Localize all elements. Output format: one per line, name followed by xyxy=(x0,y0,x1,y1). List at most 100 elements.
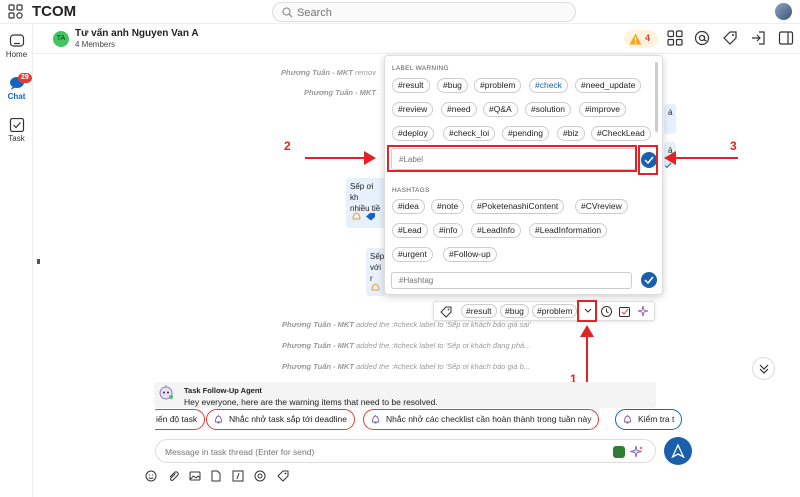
label-chip[interactable]: #solution xyxy=(525,102,572,117)
bot-icon[interactable] xyxy=(613,446,625,458)
scroll-to-bottom-button[interactable] xyxy=(752,357,775,380)
apps-grid-icon[interactable] xyxy=(667,30,683,46)
quick-chip[interactable]: Nhắc nhở các checklist cần hoàn thành tr… xyxy=(363,409,600,430)
clock-icon[interactable] xyxy=(600,305,613,318)
message-input[interactable] xyxy=(165,445,605,458)
annotation-box-label-input xyxy=(387,145,637,172)
toolbar-chip[interactable]: #bug xyxy=(500,304,529,318)
hashtag-chip[interactable]: #LeadInfo xyxy=(471,223,521,238)
annotation-box-confirm xyxy=(638,145,658,175)
message-bubble-right[interactable]: á xyxy=(664,104,676,134)
hashtag-input[interactable] xyxy=(391,272,632,289)
rail-item-task[interactable]: Task xyxy=(0,118,33,143)
annotation-box-dropdown xyxy=(577,300,597,322)
sidebar-panel-icon[interactable] xyxy=(778,30,794,46)
bubble-line: Sếp xyxy=(370,252,385,261)
label-chip[interactable]: #review xyxy=(392,102,434,117)
hashtag-confirm-button[interactable] xyxy=(641,272,657,288)
file-icon[interactable] xyxy=(210,470,222,482)
rail-item-home[interactable]: Home xyxy=(0,34,33,59)
hashtag-chip[interactable]: #info xyxy=(433,223,464,238)
arrow-head-left-icon xyxy=(664,151,676,165)
tag-add-icon[interactable] xyxy=(440,306,452,318)
toolbar-chip[interactable]: #problem xyxy=(532,304,578,318)
rail-task-label: Task xyxy=(8,134,25,143)
tag-reaction-icon[interactable] xyxy=(365,212,376,221)
text-format-icon[interactable] xyxy=(232,470,244,482)
annotation-arrow-3 xyxy=(675,157,738,159)
label-popup: LABEL WARNING #result #bug #problem #che… xyxy=(384,55,663,295)
label-chip[interactable]: #improve xyxy=(579,102,626,117)
label-chip[interactable]: #Q&A xyxy=(483,102,518,117)
system-message: Phương Tuấn - MKT xyxy=(304,88,376,97)
label-tag-icon[interactable] xyxy=(277,470,289,482)
chat-header: TA Tư vấn anh Nguyen Van A 4 Members 4 xyxy=(34,24,800,54)
label-chip[interactable]: #need xyxy=(441,102,477,117)
quick-chip[interactable]: iến độ task xyxy=(155,409,206,430)
hashtag-chip[interactable]: #Follow-up xyxy=(443,247,497,262)
tag-icon[interactable] xyxy=(722,30,738,46)
bell-reaction-icon[interactable] xyxy=(370,283,381,292)
rail-item-chat[interactable]: 29 Chat xyxy=(0,73,33,101)
search-input[interactable] xyxy=(297,5,557,20)
message-tag-toolbar: #result #bug #problem xyxy=(433,301,655,321)
label-chip[interactable]: #check xyxy=(529,78,568,93)
system-message: Phương Tuấn - MKT added the :#check labe… xyxy=(282,320,531,329)
quick-chip-label: Kiểm tra t xyxy=(638,414,675,424)
label-chip[interactable]: #deploy xyxy=(392,126,434,141)
label-chip[interactable]: #pending xyxy=(502,126,549,141)
calendar-check-icon[interactable] xyxy=(618,305,631,318)
bubble-fragment: á xyxy=(668,108,673,117)
label-chip[interactable]: #CheckLead xyxy=(591,126,651,141)
system-message: Phương Tuấn - MKT remov xyxy=(281,68,376,77)
mention-icon[interactable] xyxy=(694,30,710,46)
hashtag-chip[interactable]: #Lead xyxy=(392,223,428,238)
login-icon[interactable] xyxy=(750,30,766,46)
hashtag-chip[interactable]: #LeadInformation xyxy=(529,223,608,238)
quick-chip[interactable]: Kiểm tra t xyxy=(615,409,683,430)
popup-scrollbar[interactable] xyxy=(655,62,658,132)
image-icon[interactable] xyxy=(189,470,201,482)
ai-sparkle-icon[interactable] xyxy=(630,445,644,459)
label-chip[interactable]: #result xyxy=(392,78,430,93)
warning-badge[interactable]: 4 xyxy=(624,30,658,48)
label-chip[interactable]: #biz xyxy=(557,126,585,141)
annotation-number-2: 2 xyxy=(284,139,291,153)
label-chip[interactable]: #bug xyxy=(437,78,468,93)
bubble-line: với r xyxy=(370,263,382,283)
hashtag-chip[interactable]: #idea xyxy=(392,199,425,214)
group-avatar[interactable]: TA xyxy=(53,31,69,47)
label-warning-title: LABEL WARNING xyxy=(392,65,449,72)
hashtag-chip[interactable]: #CVreview xyxy=(575,199,628,214)
top-bar: TCOM xyxy=(0,0,800,24)
task-checkbox-icon xyxy=(9,118,24,132)
search-box[interactable] xyxy=(272,2,576,22)
emoji-icon[interactable] xyxy=(145,470,157,482)
quick-chip[interactable]: Nhắc nhở task sắp tới deadline xyxy=(206,409,355,430)
label-chip[interactable]: #need_update xyxy=(575,78,642,93)
double-chevron-down-icon xyxy=(759,364,769,374)
chat-badge: 29 xyxy=(18,73,32,83)
toolbar-chip[interactable]: #result xyxy=(461,304,497,318)
group-members[interactable]: 4 Members xyxy=(75,40,115,49)
attach-icon[interactable] xyxy=(167,470,179,482)
hashtag-chip[interactable]: #note xyxy=(431,199,465,214)
hashtag-chip[interactable]: #urgent xyxy=(392,247,433,262)
sparkle-icon[interactable] xyxy=(637,305,650,318)
quick-action-row: iến độ task Nhắc nhở task sắp tới deadli… xyxy=(155,407,791,433)
hashtag-chip[interactable]: #PoketenashiContent xyxy=(471,199,565,214)
group-name[interactable]: Tư vấn anh Nguyen Van A xyxy=(75,28,199,39)
message-composer xyxy=(155,439,656,463)
hashtags-title: HASHTAGS xyxy=(392,187,430,194)
label-chip[interactable]: #check_loi xyxy=(443,126,496,141)
bell-reaction-icon[interactable] xyxy=(351,212,362,221)
sidebar-collapse-handle[interactable] xyxy=(37,259,40,264)
send-button[interactable] xyxy=(664,437,692,465)
app-grid-icon[interactable] xyxy=(8,4,23,19)
at-mention-icon[interactable] xyxy=(254,470,266,482)
user-avatar[interactable] xyxy=(775,3,792,20)
rail-chat-label: Chat xyxy=(7,92,26,101)
bell-alert-icon xyxy=(624,415,631,424)
label-chip[interactable]: #problem xyxy=(474,78,522,93)
bell-alert-icon xyxy=(372,415,379,424)
